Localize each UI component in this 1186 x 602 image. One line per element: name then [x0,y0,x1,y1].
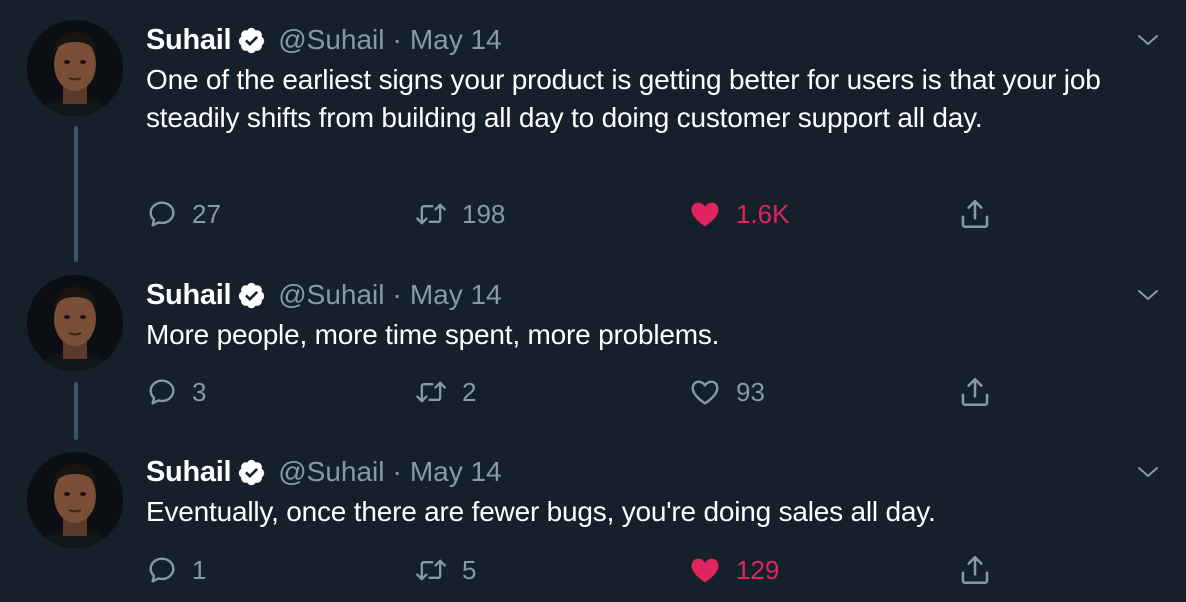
avatar[interactable] [27,452,123,548]
retweet-button[interactable]: 5 [414,550,476,590]
retweet-count: 198 [462,198,506,229]
like-count: 93 [736,376,765,407]
heart-icon [691,380,719,405]
chevron-down-icon[interactable] [1136,460,1160,484]
tweet-actions: 27 198 1.6K [146,194,1176,234]
like-button[interactable]: 93 [688,372,765,412]
like-button[interactable]: 129 [688,550,779,590]
tweet-header: Suhail @Suhail · May 14 [146,452,502,492]
tweet-text: Eventually, once there are fewer bugs, y… [146,496,936,527]
separator-dot: · [392,456,402,487]
retweet-count: 5 [462,554,477,585]
author-handle[interactable]: @Suhail [278,456,384,488]
reply-count: 1 [192,554,207,585]
retweet-icon [416,381,446,403]
tweet-actions: 1 5 129 [146,550,1176,590]
like-count: 129 [736,554,780,585]
tweet-header: Suhail @Suhail · May 14 [146,20,502,60]
chevron-down-icon[interactable] [1136,283,1160,307]
retweet-count: 2 [462,376,477,407]
share-button[interactable] [958,372,992,412]
author-name[interactable]: Suhail [146,24,232,57]
reply-count: 3 [192,376,207,407]
like-button[interactable]: 1.6K [688,194,790,234]
chevron-down-icon[interactable] [1136,28,1160,52]
tweet-header: Suhail @Suhail · May 14 [146,275,502,315]
avatar[interactable] [27,20,123,116]
reply-icon [149,557,175,583]
tweet[interactable]: Suhail @Suhail · May 14 More people, mor… [0,275,1186,415]
verified-badge-icon [237,26,266,55]
tweet-date[interactable]: May 14 [410,456,502,488]
retweet-button[interactable]: 198 [414,194,505,234]
heart-icon [691,558,719,583]
share-button[interactable] [958,550,992,590]
tweet-text: One of the earliest signs your product i… [146,64,1101,133]
author-handle[interactable]: @Suhail [278,24,384,56]
share-icon [961,199,989,229]
retweet-button[interactable]: 2 [414,372,476,412]
tweet[interactable]: Suhail @Suhail · May 14 Eventually, once… [0,452,1186,592]
tweet-date[interactable]: May 14 [410,24,502,56]
reply-icon [149,201,175,227]
tweet-actions: 3 2 93 [146,372,1176,412]
verified-badge-icon [237,281,266,310]
share-icon [961,555,989,585]
reply-button[interactable]: 1 [146,550,206,590]
tweet[interactable]: Suhail @Suhail · May 14 One of the earli… [0,20,1186,240]
heart-icon [691,202,719,227]
tweet-thread: Suhail @Suhail · May 14 One of the earli… [0,0,1186,602]
separator-dot: · [392,24,402,55]
tweet-text: More people, more time spent, more probl… [146,319,720,350]
author-handle[interactable]: @Suhail [278,279,384,311]
reply-button[interactable]: 27 [146,194,221,234]
retweet-icon [416,203,446,225]
like-count: 1.6K [736,198,790,229]
author-name[interactable]: Suhail [146,456,232,489]
separator-dot: · [392,279,402,310]
share-button[interactable] [958,194,992,234]
reply-button[interactable]: 3 [146,372,206,412]
retweet-icon [416,559,446,581]
reply-count: 27 [192,198,221,229]
tweet-date[interactable]: May 14 [410,279,502,311]
reply-icon [149,379,175,405]
share-icon [961,377,989,407]
avatar[interactable] [27,275,123,371]
verified-badge-icon [237,458,266,487]
author-name[interactable]: Suhail [146,279,232,312]
